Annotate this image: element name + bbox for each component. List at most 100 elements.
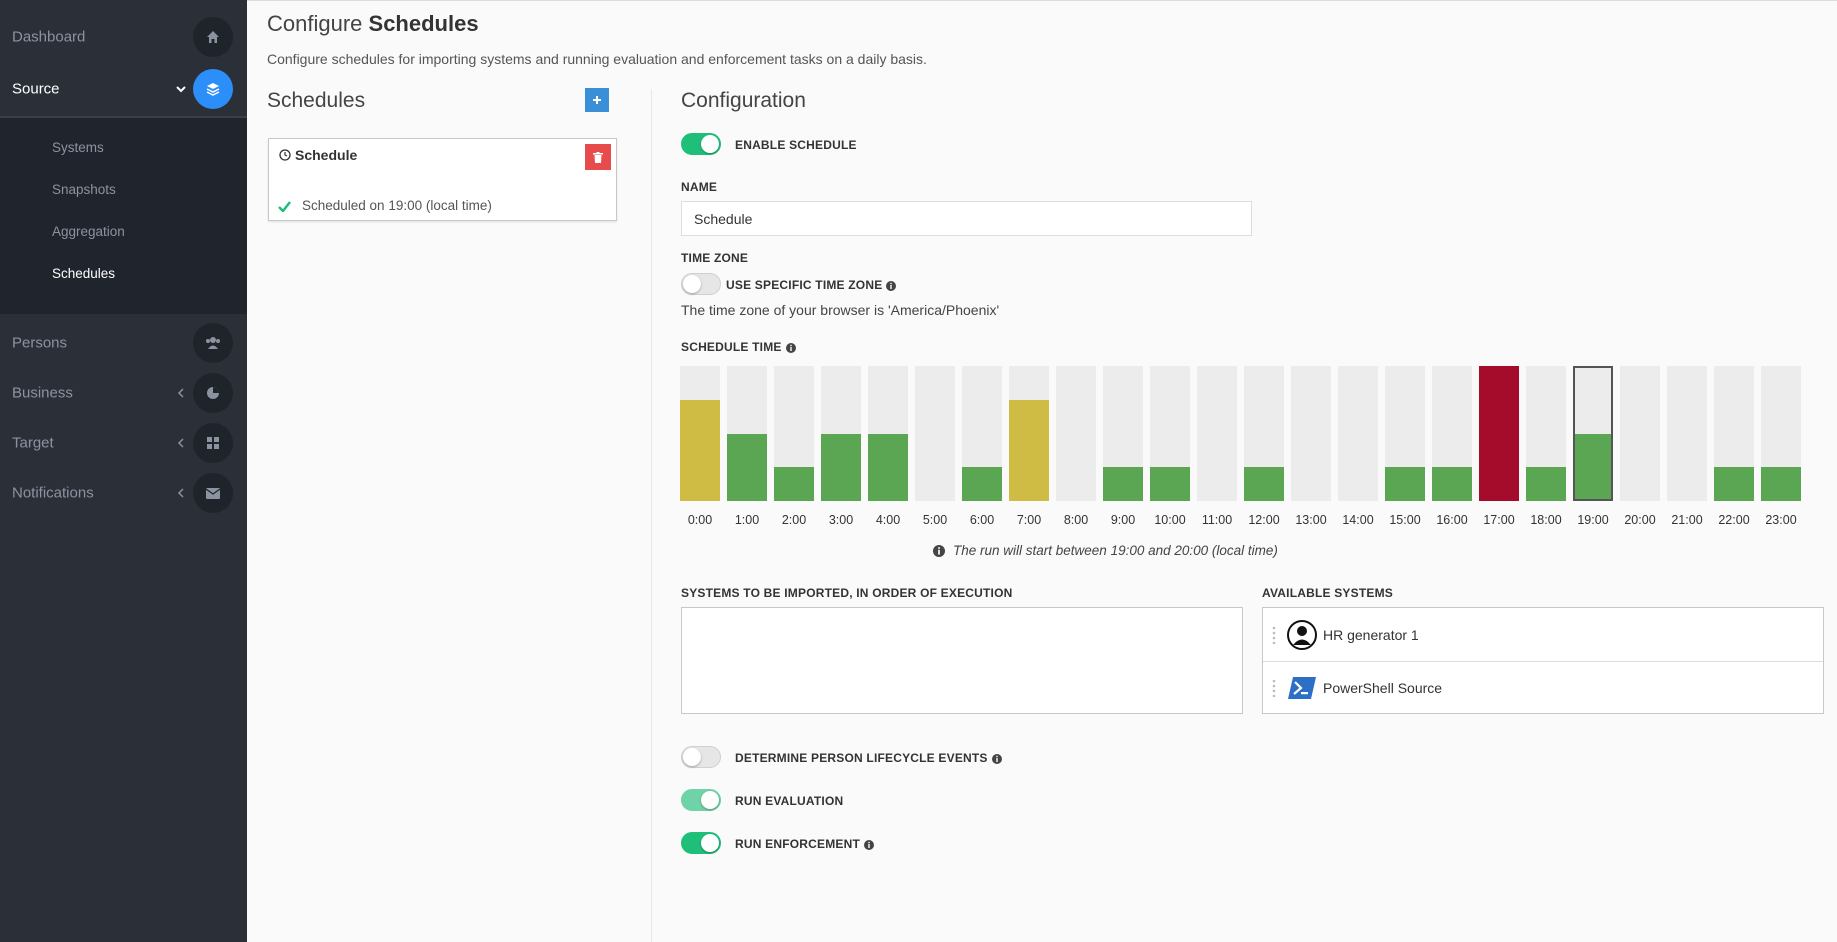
delete-schedule-button[interactable]	[585, 144, 611, 170]
hour-bar-3[interactable]	[821, 366, 861, 501]
home-icon	[193, 17, 233, 57]
schedule-card[interactable]: Schedule Scheduled on 19:00 (local time)	[268, 138, 617, 221]
submenu-item-schedules[interactable]: Schedules	[52, 266, 115, 281]
run-enforcement-text: RUN ENFORCEMENT	[735, 837, 860, 851]
info-circle-icon	[933, 544, 945, 562]
hour-bar-4[interactable]	[868, 366, 908, 501]
info-icon[interactable]	[886, 280, 897, 291]
submenu-item-aggregation[interactable]: Aggregation	[52, 224, 125, 239]
chevron-left-icon	[175, 487, 187, 499]
hour-bar-fill	[680, 399, 720, 501]
available-systems-label: AVAILABLE SYSTEMS	[1262, 586, 1393, 600]
sidebar-item-label: Business	[12, 384, 73, 402]
hour-bar-fill	[821, 433, 861, 501]
enable-schedule-toggle[interactable]	[681, 133, 721, 155]
run-evaluation-toggle[interactable]	[681, 789, 721, 811]
hour-label: 18:00	[1530, 513, 1562, 527]
page-description: Configure schedules for importing system…	[267, 51, 927, 67]
hour-bar-16[interactable]	[1432, 366, 1472, 501]
page-title: Configure Schedules	[267, 11, 479, 37]
hour-label: 8:00	[1063, 513, 1089, 527]
specific-time-zone-text: USE SPECIFIC TIME ZONE	[726, 278, 883, 292]
sidebar-item-target[interactable]: Target	[0, 418, 247, 468]
info-icon[interactable]	[864, 839, 874, 850]
hour-label: 14:00	[1342, 513, 1374, 527]
lifecycle-events-label: DETERMINE PERSON LIFECYCLE EVENTS	[735, 751, 1002, 765]
hour-bar-1[interactable]	[727, 366, 767, 501]
submenu-item-systems[interactable]: Systems	[52, 140, 104, 155]
hour-bar-17[interactable]	[1479, 366, 1519, 501]
hour-bar-10[interactable]	[1150, 366, 1190, 501]
hour-bar-fill	[1432, 467, 1472, 501]
info-icon[interactable]	[785, 342, 796, 353]
hour-bar-12[interactable]	[1244, 366, 1284, 501]
hour-label: 23:00	[1765, 513, 1797, 527]
hour-bar-5[interactable]	[915, 366, 955, 501]
hour-bar-2[interactable]	[774, 366, 814, 501]
available-system-item[interactable]: HR generator 1	[1263, 608, 1823, 661]
sidebar-item-persons[interactable]: Persons	[0, 318, 247, 368]
schedule-card-title: Schedule	[295, 147, 358, 163]
hour-label: 11:00	[1201, 513, 1233, 527]
sidebar-item-source[interactable]: Source	[0, 62, 247, 116]
sidebar: Dashboard Source Systems Snapshots Aggre…	[0, 0, 247, 942]
hour-label: 10:00	[1154, 513, 1186, 527]
hour-bar-7[interactable]	[1009, 366, 1049, 501]
sidebar-item-dashboard[interactable]: Dashboard	[0, 12, 247, 62]
name-input[interactable]	[681, 201, 1252, 236]
person-avatar-icon	[1287, 619, 1317, 650]
drag-handle-icon[interactable]	[1272, 679, 1276, 697]
chevron-down-icon	[175, 83, 187, 95]
hour-bar-fill	[1150, 467, 1190, 501]
hour-bar-9[interactable]	[1103, 366, 1143, 501]
hour-label: 2:00	[781, 513, 807, 527]
hour-bar-21[interactable]	[1667, 366, 1707, 501]
grid-icon	[193, 423, 233, 463]
hour-bar-8[interactable]	[1056, 366, 1096, 501]
drag-handle-icon[interactable]	[1272, 626, 1276, 644]
submenu-item-snapshots[interactable]: Snapshots	[52, 182, 116, 197]
powershell-icon	[1288, 677, 1316, 699]
info-icon[interactable]	[991, 753, 1002, 764]
hour-label: 20:00	[1624, 513, 1656, 527]
hour-bar-13[interactable]	[1291, 366, 1331, 501]
import-systems-dropzone[interactable]	[681, 607, 1243, 714]
specific-time-zone-toggle[interactable]	[681, 273, 721, 295]
available-system-item[interactable]: PowerShell Source	[1263, 661, 1823, 714]
toggle-knob	[701, 791, 719, 809]
run-enforcement-toggle[interactable]	[681, 832, 721, 854]
time-zone-label: TIME ZONE	[681, 251, 749, 265]
sidebar-item-label: Persons	[12, 334, 68, 352]
hour-label: 4:00	[875, 513, 901, 527]
page-title-light: Configure	[267, 11, 363, 36]
hour-bar-18[interactable]	[1526, 366, 1566, 501]
hour-bar-fill	[727, 433, 767, 501]
schedules-heading: Schedules	[267, 89, 366, 112]
hour-bar-19[interactable]	[1573, 366, 1613, 501]
configuration-heading: Configuration	[681, 89, 806, 112]
add-schedule-button[interactable]	[585, 88, 609, 112]
hour-label: 15:00	[1389, 513, 1421, 527]
hour-bar-14[interactable]	[1338, 366, 1378, 501]
hour-label: 19:00	[1577, 513, 1609, 527]
lifecycle-events-toggle[interactable]	[681, 746, 721, 768]
check-icon	[278, 199, 291, 217]
sidebar-item-notifications[interactable]: Notifications	[0, 468, 247, 518]
hour-bar-6[interactable]	[962, 366, 1002, 501]
hour-bar-22[interactable]	[1714, 366, 1754, 501]
import-systems-label: SYSTEMS TO BE IMPORTED, IN ORDER OF EXEC…	[681, 586, 1013, 600]
hour-label: 3:00	[828, 513, 854, 527]
hour-bar-fill	[962, 467, 1002, 501]
enable-schedule-label: ENABLE SCHEDULE	[735, 138, 857, 152]
hour-bar-0[interactable]	[680, 366, 720, 501]
hour-bar-20[interactable]	[1620, 366, 1660, 501]
sidebar-item-business[interactable]: Business	[0, 368, 247, 418]
hour-bar-15[interactable]	[1385, 366, 1425, 501]
hour-bar-11[interactable]	[1197, 366, 1237, 501]
users-icon	[193, 323, 233, 363]
hour-label: 12:00	[1248, 513, 1280, 527]
lifecycle-events-text: DETERMINE PERSON LIFECYCLE EVENTS	[735, 751, 988, 765]
hour-bar-23[interactable]	[1761, 366, 1801, 501]
trash-icon	[593, 151, 603, 163]
schedule-time-label: SCHEDULE TIME	[681, 340, 796, 354]
